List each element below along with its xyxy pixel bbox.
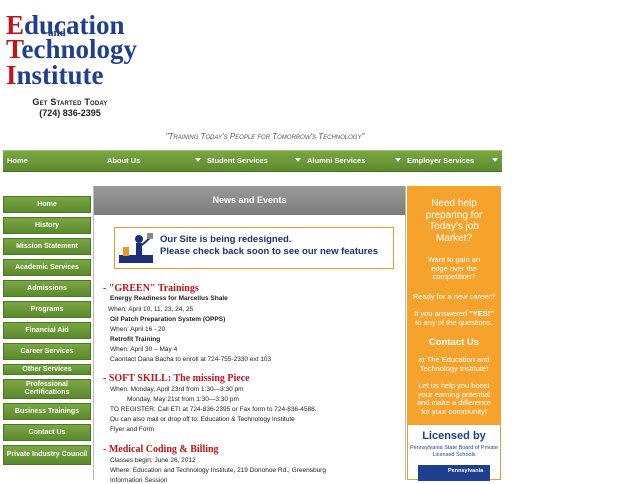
chevron-down-icon <box>295 158 301 162</box>
phone-number: (724) 836-2395 <box>39 108 101 118</box>
sidebar-item-mission-statement[interactable]: Mission Statement <box>3 238 91 255</box>
list-item: When: April 10, 11, 23, 24, 25 <box>108 306 194 313</box>
redesign-banner: Our Site is being redesigned. Please che… <box>114 227 394 269</box>
promo-text-eti: at The Education and Technology Institut… <box>418 355 490 373</box>
banner-text: Our Site is being redesigned. Please che… <box>160 234 378 258</box>
sidebar-item-contact-us[interactable]: Contact Us <box>3 424 91 441</box>
worker-figure-icon <box>119 233 153 263</box>
sidebar-item-history[interactable]: History <box>3 217 91 234</box>
info-session-link[interactable]: Information Session <box>110 477 167 484</box>
promo-yes-pre: If you answered <box>414 309 468 318</box>
get-started-block: Get Started Today (724) 836-2395 <box>22 97 118 119</box>
list-item: Classes begin: June 26, 2012 <box>110 457 196 464</box>
news-heading: News and Events <box>94 186 405 215</box>
sidebar-item-other-services[interactable]: Other Services <box>3 364 91 375</box>
chevron-down-icon <box>195 158 201 162</box>
sidebar-item-academic-services[interactable]: Academic Services <box>3 259 91 276</box>
list-item: When: April 30 – May 4 <box>110 346 178 353</box>
nav-item-student-services[interactable]: Student Services <box>207 151 302 171</box>
banner-line-2: Please check back soon to see our new fe… <box>160 246 379 257</box>
seal-text: Pennsylvania <box>448 468 484 474</box>
nav-item-home[interactable]: Home <box>7 151 28 171</box>
list-item: Ou can also mail or drop off to: Educati… <box>110 416 295 423</box>
list-item: When: April 16 - 20 <box>110 326 166 333</box>
sidebar-item-programs[interactable]: Programs <box>3 301 91 318</box>
licensed-title: Licensed by <box>422 430 486 442</box>
flyer-link[interactable]: Flyer and Form <box>110 426 154 433</box>
eti-logo[interactable]: Education and Technology Institute <box>4 10 144 90</box>
list-item: Where: Education and Technology Institut… <box>110 467 326 474</box>
chevron-down-icon <box>492 158 498 162</box>
list-item: When: Monday, April 23rd from 1:30—3:30 … <box>110 386 244 393</box>
list-item: Caontact Dana Bacha to enroll at 724-755… <box>110 356 272 363</box>
logo-line-institute: Institute <box>6 60 104 90</box>
promo-contact-link[interactable]: Contact Us <box>407 337 501 349</box>
sidebar-nav: Home History Mission Statement Academic … <box>3 196 91 469</box>
nav-item-alumni-services[interactable]: Alumni Services <box>307 151 402 171</box>
promo-text-boost: Let us help you boost your earning poten… <box>416 381 492 416</box>
list-item: TO REGISTER: Call ETI at 724-836-2395 or… <box>110 406 317 413</box>
section-title-medical-coding[interactable]: - Medical Coding & Billing <box>103 444 219 455</box>
chevron-down-icon <box>395 158 401 162</box>
list-item: Energy Readiness for Marcellus Shale <box>110 295 228 302</box>
sidebar-item-professional-certifications[interactable]: Professional Certifications <box>3 379 91 399</box>
top-nav-bar: Home About Us Student Services Alumni Se… <box>3 150 502 172</box>
list-item: Monday, May 21st from 1:30—3:30 pm <box>127 396 239 403</box>
section-title-soft-skill[interactable]: - SOFT SKILL: The missing Piece <box>103 373 250 384</box>
licensed-badge[interactable]: Licensed by Pennsylvania State Board of … <box>407 424 501 481</box>
sidebar-item-admissions[interactable]: Admissions <box>3 280 91 297</box>
sidebar-item-career-services[interactable]: Career Services <box>3 343 91 360</box>
licensed-board: Pennsylvania State Board of Private Lice… <box>409 445 499 458</box>
sidebar-item-business-trainings[interactable]: Business Trainings <box>3 403 91 420</box>
logo-line-technology: Technology <box>6 34 138 64</box>
sidebar-item-financial-aid[interactable]: Financial Aid <box>3 322 91 339</box>
promo-headline: Need help preparing for Today's job Mark… <box>425 198 483 244</box>
promo-text-career: Ready for a new career? <box>412 292 496 301</box>
news-panel: News and Events Our Site is being redesi… <box>93 186 406 484</box>
promo-text-edge: Want to gain an edge over the competitio… <box>427 255 481 282</box>
get-started-title: Get Started Today <box>32 97 108 107</box>
section-title-green-trainings[interactable]: - "GREEN" Trainings <box>103 283 199 294</box>
tagline: "Training Today's People for Tomorrow's … <box>165 132 365 141</box>
banner-line-1: Our Site is being redesigned. <box>160 234 292 245</box>
promo-yes: "YES!" <box>469 309 494 318</box>
sidebar-item-home[interactable]: Home <box>3 196 91 213</box>
promo-text-yes: If you answered "YES!" to any of the que… <box>407 309 501 327</box>
nav-item-about-us[interactable]: About Us <box>107 151 202 171</box>
list-item: Oil Patch Preparation System (OPPS) <box>110 316 226 323</box>
list-item: Retrofit Training <box>110 336 161 343</box>
promo-yes-post: to any of the questions, <box>415 317 493 327</box>
sidebar-item-private-industry-council[interactable]: Private Industry Council <box>3 445 91 465</box>
pennsylvania-seal-logo: Pennsylvania <box>418 465 490 481</box>
nav-item-employer-services[interactable]: Employer Services <box>407 151 499 171</box>
